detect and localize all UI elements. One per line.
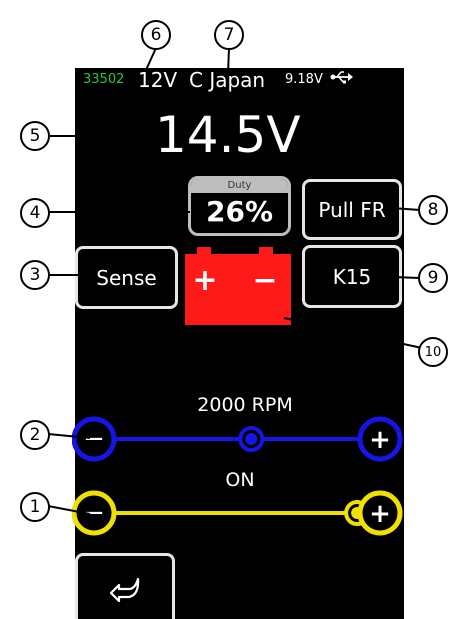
callout-lines (47, 47, 423, 515)
callout-3: 3 (20, 260, 50, 290)
callout-8: 8 (418, 195, 448, 225)
callout-4: 4 (20, 198, 50, 228)
callout-2: 2 (20, 420, 50, 450)
callout-9: 9 (418, 263, 448, 293)
callout-10: 10 (418, 337, 448, 367)
callout-1: 1 (20, 492, 50, 522)
callout-5: 5 (20, 121, 50, 151)
callout-6: 6 (141, 20, 171, 50)
callout-7: 7 (214, 20, 244, 50)
